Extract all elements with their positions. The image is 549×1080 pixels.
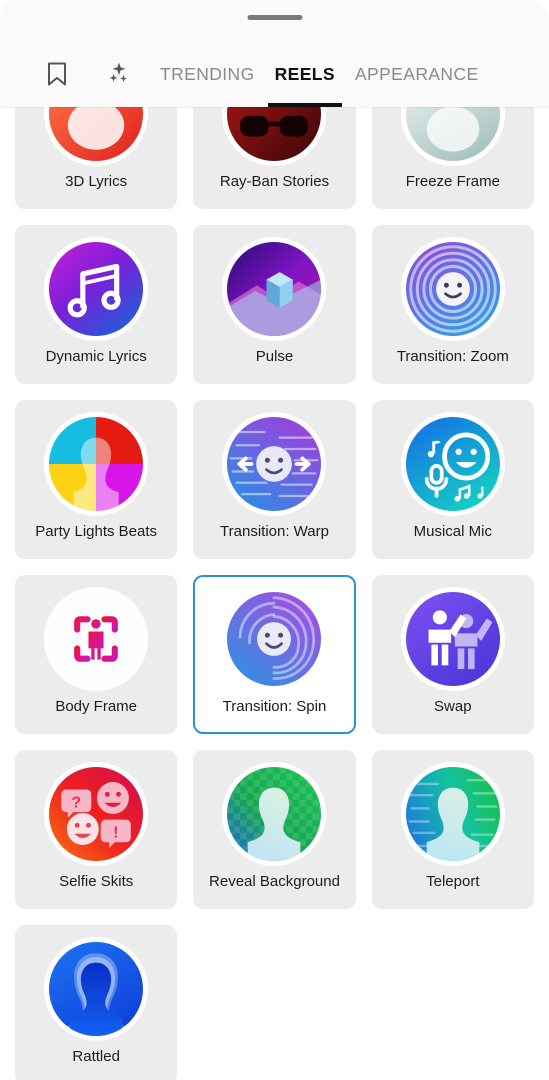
effect-card[interactable]: Party Lights Beats <box>15 400 178 559</box>
transition-warp-thumb <box>227 417 322 511</box>
effect-card[interactable]: Freeze Frame <box>371 107 534 209</box>
effect-card[interactable]: Body Frame <box>15 575 178 734</box>
effect-thumbnail-wrap <box>46 589 146 689</box>
freeze-frame-thumb <box>405 107 500 161</box>
effect-card-label: Selfie Skits <box>59 873 134 890</box>
tab-appearance-label: APPEARANCE <box>354 63 479 84</box>
drag-handle[interactable] <box>247 15 302 20</box>
party-lights-beats-thumb <box>49 417 144 511</box>
effect-thumbnail-wrap <box>224 414 324 514</box>
dynamic-lyrics-thumb <box>49 242 144 336</box>
effect-card[interactable]: Teleport <box>371 750 534 909</box>
effect-thumbnail-wrap <box>403 414 503 514</box>
effects-tray-sheet: TRENDING REELS APPEARANCE 3D Lyrics Ray-… <box>0 0 549 1080</box>
effect-card[interactable]: Dynamic Lyrics <box>15 225 178 384</box>
reveal-background-thumb <box>227 767 322 861</box>
ray-ban-stories-thumb <box>227 107 322 161</box>
effect-card-label: Transition: Warp <box>220 523 329 540</box>
teleport-thumb <box>405 767 500 861</box>
effect-thumbnail-wrap <box>224 239 324 339</box>
effect-thumbnail-wrap <box>403 239 503 339</box>
effect-card-label: Pulse <box>255 348 294 365</box>
body-frame-thumb <box>49 592 144 686</box>
effect-thumbnail-wrap <box>224 589 324 689</box>
effect-thumbnail-wrap <box>224 107 324 164</box>
swap-thumb <box>405 592 500 686</box>
effect-card-label: Body Frame <box>55 698 138 715</box>
effect-thumbnail-wrap <box>224 764 324 864</box>
effect-card-label: Dynamic Lyrics <box>45 348 147 365</box>
svg-text:!: ! <box>113 825 118 842</box>
effect-card[interactable]: Transition: Zoom <box>371 225 534 384</box>
effect-card[interactable]: Transition: Warp <box>193 400 356 559</box>
svg-text:?: ? <box>72 794 82 811</box>
effect-card[interactable]: Reveal Background <box>193 750 356 909</box>
bookmark-icon[interactable] <box>26 41 88 107</box>
effect-card[interactable]: Rattled <box>15 925 178 1080</box>
effect-thumbnail-wrap <box>46 239 146 339</box>
tab-trending[interactable]: TRENDING <box>150 41 265 107</box>
tab-trending-label: TRENDING <box>160 63 255 84</box>
rattled-thumb <box>49 942 144 1036</box>
effect-thumbnail-wrap <box>403 589 503 689</box>
effect-card-label: Freeze Frame <box>405 173 500 190</box>
sheet-header: TRENDING REELS APPEARANCE <box>0 0 549 107</box>
effect-card-label: 3D Lyrics <box>65 173 128 190</box>
effect-card-label: Teleport <box>426 873 480 890</box>
effects-grid: 3D Lyrics Ray-Ban Stories Freeze Frame D… <box>0 107 549 1080</box>
pulse-thumb <box>227 242 322 336</box>
tab-reels-label: REELS <box>274 63 335 84</box>
effect-card-label: Party Lights Beats <box>35 523 158 540</box>
sparkles-icon[interactable] <box>88 41 150 107</box>
selfie-skits-thumb: ? ! <box>49 767 144 861</box>
transition-spin-thumb <box>227 592 322 686</box>
effect-card-label: Ray-Ban Stories <box>219 173 330 190</box>
effect-card[interactable]: Ray-Ban Stories <box>193 107 356 209</box>
tab-appearance[interactable]: APPEARANCE <box>345 41 489 107</box>
effect-thumbnail-wrap <box>46 107 146 164</box>
effect-card[interactable]: Pulse <box>193 225 356 384</box>
3d-lyrics-thumb <box>49 107 144 161</box>
effect-thumbnail-wrap: ? ! <box>46 764 146 864</box>
effect-card-label: Transition: Zoom <box>396 348 509 365</box>
effect-thumbnail-wrap <box>403 764 503 864</box>
tab-bar: TRENDING REELS APPEARANCE <box>0 41 549 107</box>
effect-thumbnail-wrap <box>403 107 503 164</box>
effect-card-label: Reveal Background <box>209 873 340 890</box>
effect-card-label: Musical Mic <box>413 523 492 540</box>
effect-card-label: Transition: Spin <box>222 698 327 715</box>
musical-mic-thumb <box>405 417 500 511</box>
effect-card[interactable]: 3D Lyrics <box>15 107 178 209</box>
tab-reels[interactable]: REELS <box>265 41 345 107</box>
effect-card-selected[interactable]: Transition: Spin <box>193 575 356 734</box>
effect-thumbnail-wrap <box>46 939 146 1039</box>
transition-zoom-thumb <box>405 242 500 336</box>
effects-grid-scroll[interactable]: 3D Lyrics Ray-Ban Stories Freeze Frame D… <box>0 107 549 1080</box>
effect-card[interactable]: ? ! Selfie Skits <box>15 750 178 909</box>
effect-card[interactable]: Musical Mic <box>371 400 534 559</box>
effect-thumbnail-wrap <box>46 414 146 514</box>
effect-card-label: Swap <box>434 698 472 715</box>
effect-card-label: Rattled <box>72 1048 120 1065</box>
effect-card[interactable]: Swap <box>371 575 534 734</box>
